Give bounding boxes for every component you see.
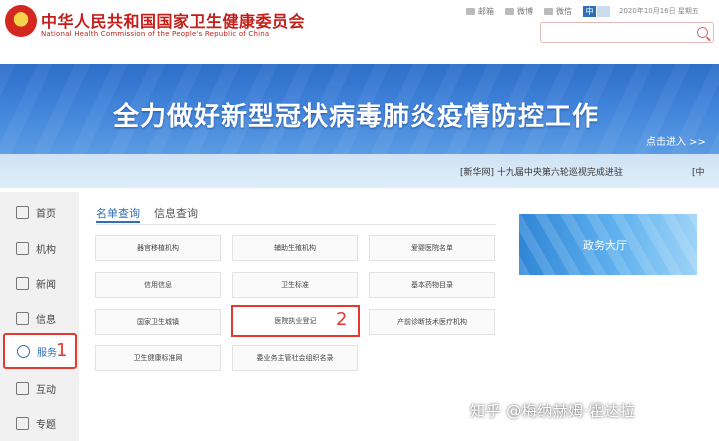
baby-friendly-hospital-button[interactable]: 爱婴医院名单 bbox=[369, 235, 495, 261]
chat-icon bbox=[16, 381, 29, 395]
query-tabs: 名单查询 信息查询 bbox=[96, 205, 212, 223]
essential-drugs-button[interactable]: 基本药物目录 bbox=[369, 272, 495, 298]
search-input[interactable] bbox=[540, 22, 714, 43]
prenatal-diagnosis-button[interactable]: 产前诊断技术医疗机构 bbox=[369, 309, 495, 335]
main-content: 首页 机构 新闻 信息 服务 互动 专题 1 名单查询 信息查询 器官移植机构 … bbox=[0, 188, 719, 441]
lang-zh-button[interactable]: 中 bbox=[583, 5, 596, 17]
sidebar-item-home[interactable]: 首页 bbox=[0, 194, 79, 230]
ticker-next-headline[interactable]: [中 bbox=[692, 165, 705, 178]
annotation-2: 2 bbox=[336, 309, 348, 330]
wechat-icon bbox=[544, 7, 553, 15]
organ-transplant-button[interactable]: 器官移植机构 bbox=[95, 235, 221, 261]
banner-enter-link[interactable]: 点击进入 >> bbox=[646, 133, 706, 148]
sidebar-nav: 首页 机构 新闻 信息 服务 互动 专题 bbox=[0, 192, 79, 441]
credit-info-button[interactable]: 信用信息 bbox=[95, 272, 221, 298]
national-emblem-logo[interactable] bbox=[5, 5, 37, 37]
tab-divider bbox=[96, 224, 496, 225]
weibo-icon bbox=[505, 7, 514, 15]
tab-list-query[interactable]: 名单查询 bbox=[96, 205, 140, 223]
home-icon bbox=[16, 205, 29, 219]
sidebar-item-interaction[interactable]: 互动 bbox=[0, 370, 79, 406]
tab-info-query[interactable]: 信息查询 bbox=[154, 205, 198, 223]
lang-en-button[interactable] bbox=[597, 5, 610, 17]
top-links: 邮箱 微博 微信 中 2020年10月16日 星期五 bbox=[466, 4, 699, 18]
search-icon[interactable] bbox=[697, 27, 708, 38]
assisted-reproduction-button[interactable]: 辅助生殖机构 bbox=[232, 235, 358, 261]
site-title-english: National Health Commission of the People… bbox=[41, 30, 270, 38]
social-organizations-button[interactable]: 委业务主管社会组织名录 bbox=[232, 345, 358, 371]
health-standards-button[interactable]: 卫生标准 bbox=[232, 272, 358, 298]
news-icon bbox=[16, 276, 29, 290]
site-title[interactable]: 中华人民共和国国家卫生健康委员会 bbox=[41, 8, 305, 32]
site-header: 中华人民共和国国家卫生健康委员会 National Health Commiss… bbox=[0, 0, 719, 62]
heart-icon bbox=[17, 344, 30, 358]
mail-icon bbox=[466, 7, 475, 15]
banner-title: 全力做好新型冠状病毒肺炎疫情防控工作 bbox=[113, 102, 600, 132]
info-icon bbox=[16, 311, 29, 325]
sidebar-item-organization[interactable]: 机构 bbox=[0, 230, 79, 266]
sidebar-item-info[interactable]: 信息 bbox=[0, 300, 79, 336]
annotation-1: 1 bbox=[56, 340, 68, 361]
sidebar-item-news[interactable]: 新闻 bbox=[0, 265, 79, 301]
zhihu-watermark: 知乎 @梅纳赫姆·霍达拉 bbox=[470, 402, 636, 420]
mail-link[interactable]: 邮箱 bbox=[466, 6, 494, 17]
tag-icon bbox=[16, 416, 29, 430]
service-hall-label: 政务大厅 bbox=[583, 239, 627, 252]
news-ticker: [新华网] 十九届中央第六轮巡视完成进驻 [中 bbox=[0, 154, 719, 188]
current-date: 2020年10月16日 星期五 bbox=[619, 7, 699, 15]
weibo-link[interactable]: 微博 bbox=[505, 6, 533, 17]
service-hall-banner[interactable]: 政务大厅 bbox=[519, 214, 697, 275]
sidebar-item-topic[interactable]: 专题 bbox=[0, 405, 79, 441]
ticker-headline[interactable]: [新华网] 十九届中央第六轮巡视完成进驻 bbox=[460, 165, 623, 178]
organization-icon bbox=[16, 241, 29, 255]
national-health-city-button[interactable]: 国家卫生城镇 bbox=[95, 309, 221, 335]
covid-banner[interactable]: 全力做好新型冠状病毒肺炎疫情防控工作 bbox=[0, 64, 719, 154]
wechat-link[interactable]: 微信 bbox=[544, 6, 572, 17]
health-standards-web-button[interactable]: 卫生健康标准网 bbox=[95, 345, 221, 371]
